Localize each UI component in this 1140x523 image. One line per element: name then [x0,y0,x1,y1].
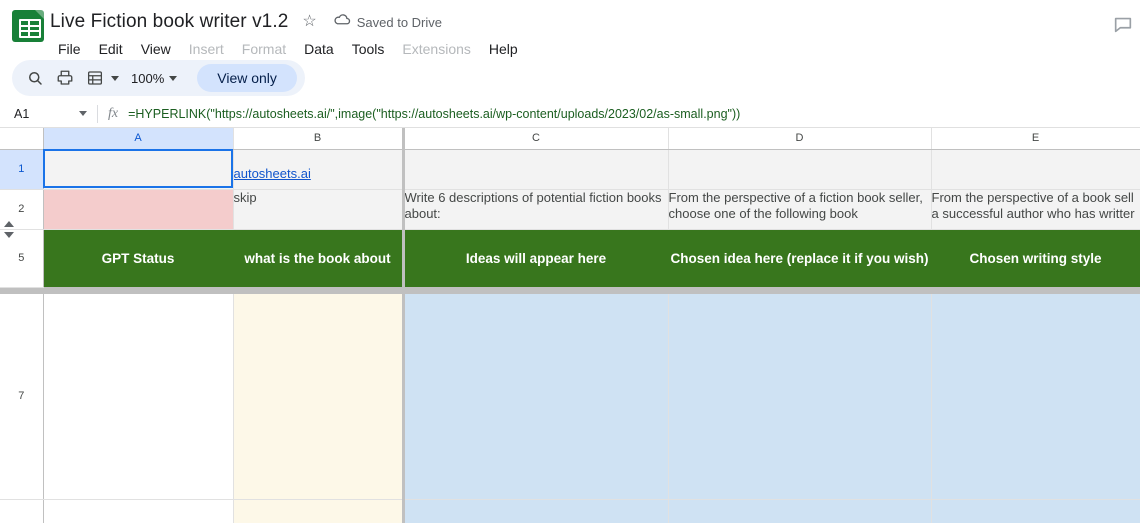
menu-file[interactable]: File [50,39,89,59]
table-row [0,499,1140,523]
row-header-7[interactable]: 7 [0,294,44,500]
formula-input[interactable]: =HYPERLINK("https://autosheets.ai/",imag… [128,107,1140,121]
cell-a1[interactable] [43,149,234,190]
autosheets-link[interactable]: autosheets.ai [234,166,311,181]
sheet-style-icon[interactable] [80,63,110,93]
column-header-b[interactable]: B [233,128,405,150]
row-header-5[interactable]: 5 [0,229,44,288]
row-header-2[interactable]: 2 [0,189,44,230]
star-icon[interactable]: ☆ [302,14,316,30]
cell-d2[interactable]: From the perspective of a fiction book s… [668,189,932,230]
menu-help[interactable]: Help [481,39,526,59]
cell-b1[interactable]: autosheets.ai [233,149,405,190]
cell-a2[interactable] [43,189,234,230]
header-what-is-the-book-about[interactable]: what is the book about [233,229,405,287]
row-header-5-label: 5 [18,252,25,264]
search-icon[interactable] [20,63,50,93]
separator-e [931,287,1140,294]
cell-d-next[interactable] [668,499,932,523]
formula-divider [97,104,98,123]
cell-c1[interactable] [403,149,669,190]
view-only-button[interactable]: View only [197,64,297,92]
cell-b7[interactable] [233,294,405,500]
cell-c7[interactable] [403,294,669,500]
separator-gutter [0,287,43,294]
title-block: Live Fiction book writer v1.2 ☆ Saved to… [50,6,528,61]
select-all-corner[interactable] [0,128,44,150]
menu-view[interactable]: View [133,39,179,59]
table-row: 2 skip Write 6 descriptions of potential… [0,189,1140,230]
separator-b [233,287,403,294]
title-bar: Live Fiction book writer v1.2 ☆ Saved to… [0,0,1140,57]
table-row: 1 autosheets.ai [0,149,1140,190]
separator-c [403,287,668,294]
separator-a [43,287,233,294]
cell-c2[interactable]: Write 6 descriptions of potential fictio… [403,189,669,230]
group-expand-down-icon[interactable] [4,231,14,238]
table-row: 5 GPT Status what is the book about Idea… [0,229,1140,288]
chevron-down-icon[interactable] [79,111,87,116]
row-header-1[interactable]: 1 [0,149,44,190]
menu-edit[interactable]: Edit [91,39,131,59]
header-ideas-will-appear-here[interactable]: Ideas will appear here [403,229,669,287]
name-box[interactable]: A1 [0,107,95,121]
row-header-2-label: 2 [18,203,25,215]
cell-e-next[interactable] [931,499,1140,523]
toolbar-wrap: 100% View only [0,56,1140,100]
column-header-d[interactable]: D [668,128,932,150]
menu-data[interactable]: Data [296,39,342,59]
menu-extensions: Extensions [402,41,471,57]
fx-icon: fx [108,105,119,121]
spreadsheet-grid: A B C D E 1 autosheets.ai 2 skip Write 6… [0,128,1140,523]
menu-insert: Insert [188,41,224,57]
cell-c-next[interactable] [403,499,669,523]
cell-e7[interactable] [931,294,1140,500]
cell-d7[interactable] [668,294,932,500]
page-title[interactable]: Live Fiction book writer v1.2 [50,11,288,33]
column-header-row: A B C D E [0,128,1140,150]
header-gpt-status[interactable]: GPT Status [43,229,234,287]
cell-e2[interactable]: From the perspective of a book sell a su… [931,189,1140,230]
name-box-value: A1 [14,106,30,121]
sheets-icon [12,10,44,42]
separator-d [668,287,931,294]
header-chosen-idea-here[interactable]: Chosen idea here (replace it if you wish… [668,229,932,287]
table-row: 7 [0,294,1140,500]
row-header-next[interactable] [0,499,44,523]
cell-a7[interactable] [43,294,234,500]
menu-tools[interactable]: Tools [344,39,393,59]
frozen-row-separator [0,287,1140,294]
zoom-level[interactable]: 100% [123,71,168,86]
column-header-a[interactable]: A [43,128,234,150]
cell-e1[interactable] [931,149,1140,190]
comment-history-icon[interactable] [1112,14,1134,36]
save-status: Saved to Drive [333,11,442,34]
cell-b-next[interactable] [233,499,405,523]
cell-d1[interactable] [668,149,932,190]
toolbar: 100% View only [12,60,305,96]
cell-b2[interactable]: skip [233,189,405,230]
save-status-label: Saved to Drive [356,14,442,30]
column-header-e[interactable]: E [931,128,1140,150]
menu-bar: File Edit View Insert Format Data Tools … [50,37,528,61]
cloud-icon [333,11,351,34]
formula-bar: A1 fx =HYPERLINK("https://autosheets.ai/… [0,100,1140,128]
sheet-style-caret-icon[interactable] [111,75,119,81]
print-icon[interactable] [50,63,80,93]
group-collapse-up-icon[interactable] [4,220,14,227]
title-row: Live Fiction book writer v1.2 ☆ Saved to… [50,8,528,36]
zoom-caret-icon[interactable] [169,75,178,81]
menu-format: Format [241,41,287,57]
cell-a-next[interactable] [43,499,234,523]
column-header-c[interactable]: C [403,128,669,150]
header-chosen-writing-style[interactable]: Chosen writing style [931,229,1140,287]
grid-table: A B C D E 1 autosheets.ai 2 skip Write 6… [0,128,1140,523]
